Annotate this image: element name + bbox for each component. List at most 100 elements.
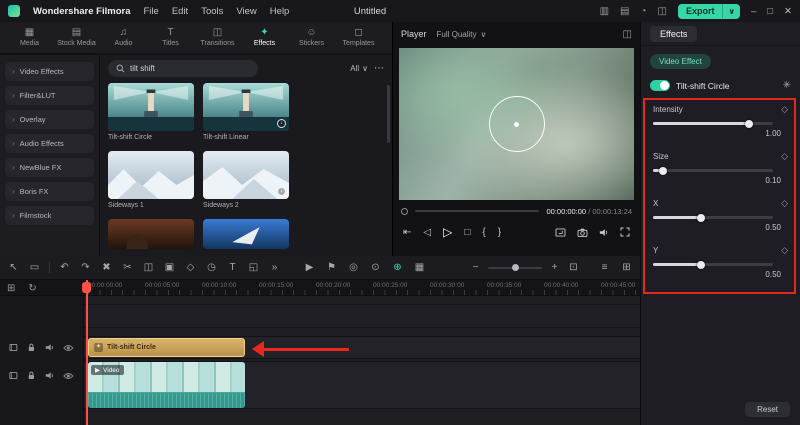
x-slider[interactable] bbox=[653, 213, 773, 222]
mute-track-icon[interactable] bbox=[45, 371, 55, 380]
effect-card-partial-right[interactable] bbox=[203, 219, 289, 249]
sidebar-item-filmstock[interactable]: › Filmstock bbox=[5, 206, 94, 225]
sidebar-item-audio-effects[interactable]: › Audio Effects bbox=[5, 134, 94, 153]
crop-icon[interactable]: ▣ bbox=[163, 262, 176, 274]
mark-in-icon[interactable]: { bbox=[482, 227, 485, 238]
keyframe-icon[interactable]: ◇ bbox=[781, 198, 788, 209]
tab-media[interactable]: ▦ Media bbox=[6, 22, 53, 53]
menu-edit[interactable]: Edit bbox=[172, 6, 188, 17]
snapshot-camera-icon[interactable] bbox=[577, 228, 588, 237]
export-caret-icon[interactable]: ∨ bbox=[722, 4, 740, 18]
export-label[interactable]: Export bbox=[678, 4, 723, 19]
menu-view[interactable]: View bbox=[236, 6, 256, 17]
lock-track-icon[interactable] bbox=[27, 343, 36, 352]
window-close-button[interactable]: ✕ bbox=[784, 6, 792, 17]
tilt-shift-focus-center-handle[interactable] bbox=[514, 121, 519, 127]
track-manager-icon[interactable]: ≡ bbox=[598, 262, 611, 274]
y-slider[interactable] bbox=[653, 260, 773, 269]
mark-out-icon[interactable]: } bbox=[498, 227, 501, 238]
screen-record-icon[interactable]: ▥ bbox=[600, 6, 609, 17]
menu-tools[interactable]: Tools bbox=[201, 6, 223, 17]
keyframe-icon[interactable]: ◇ bbox=[781, 245, 788, 256]
mask-icon[interactable]: ◎ bbox=[347, 262, 360, 274]
previous-frame-icon[interactable]: ◁ bbox=[423, 227, 431, 238]
stop-button[interactable]: □ bbox=[464, 227, 470, 238]
text-tool-icon[interactable]: T bbox=[226, 262, 239, 274]
window-maximize-button[interactable]: □ bbox=[767, 6, 773, 17]
more-tools-icon[interactable]: » bbox=[268, 262, 281, 274]
slider-thumb[interactable] bbox=[658, 166, 667, 175]
lock-track-icon[interactable] bbox=[27, 371, 36, 380]
snapshot-icon[interactable]: ▤ bbox=[620, 6, 629, 17]
render-preview-icon[interactable]: ▶ bbox=[303, 262, 316, 274]
effect-enable-toggle[interactable] bbox=[650, 80, 670, 91]
speed-icon[interactable]: ◷ bbox=[205, 262, 218, 274]
tab-templates[interactable]: ◻ Templates bbox=[335, 22, 382, 53]
effect-card-partial-left[interactable] bbox=[108, 219, 194, 249]
pip-tool-icon[interactable]: ◱ bbox=[247, 262, 260, 274]
sidebar-item-boris-fx[interactable]: › Boris FX bbox=[5, 182, 94, 201]
param-value[interactable]: 0.50 bbox=[653, 223, 781, 232]
hide-track-eye-icon[interactable] bbox=[63, 372, 74, 380]
jump-to-start-icon[interactable]: ⇤ bbox=[403, 227, 411, 238]
param-value[interactable]: 0.10 bbox=[653, 176, 781, 185]
search-box[interactable] bbox=[108, 60, 258, 77]
fit-timeline-icon[interactable]: ⊡ bbox=[567, 262, 580, 274]
trim-tool-icon[interactable]: ▭ bbox=[28, 262, 41, 274]
undo-icon[interactable]: ↶ bbox=[58, 262, 71, 274]
tab-stickers[interactable]: ☺ Stickers bbox=[288, 22, 335, 53]
effect-thumbnail[interactable] bbox=[203, 219, 289, 249]
play-button[interactable]: ▷ bbox=[443, 225, 452, 239]
slider-thumb[interactable] bbox=[697, 260, 705, 269]
slider-thumb[interactable] bbox=[697, 213, 705, 222]
motion-track-icon[interactable]: ⊕ bbox=[391, 262, 404, 274]
more-options-icon[interactable]: ⋯ bbox=[374, 63, 384, 74]
param-value[interactable]: 1.00 bbox=[653, 129, 781, 138]
effect-card-sideways-1[interactable]: Sideways 1 bbox=[108, 151, 194, 209]
zoom-out-icon[interactable]: − bbox=[469, 262, 482, 274]
clip-video[interactable]: ▶ Video bbox=[88, 362, 245, 408]
empty-track-lane[interactable] bbox=[84, 304, 640, 328]
effect-thumbnail[interactable] bbox=[108, 219, 194, 249]
effect-card-sideways-2[interactable]: ↓ Sideways 2 bbox=[203, 151, 289, 209]
menu-help[interactable]: Help bbox=[270, 6, 290, 17]
scrollbar[interactable] bbox=[387, 85, 390, 143]
slider-thumb[interactable] bbox=[745, 119, 753, 128]
sidebar-item-video-effects[interactable]: › Video Effects bbox=[5, 62, 94, 81]
tab-inspector-effects[interactable]: Effects bbox=[650, 25, 698, 42]
param-value[interactable]: 0.50 bbox=[653, 270, 781, 279]
size-slider[interactable] bbox=[653, 166, 773, 175]
zoom-slider[interactable] bbox=[488, 264, 542, 271]
pip-window-icon[interactable] bbox=[555, 227, 566, 237]
window-minimize-button[interactable]: – bbox=[751, 6, 756, 17]
effect-thumbnail[interactable] bbox=[108, 83, 194, 131]
effect-card-tilt-shift-linear[interactable]: ↓ Tilt-shift Linear bbox=[203, 83, 289, 141]
timeline-ruler[interactable]: 00:00:00:00 00:00:05:00 00:00:10:00 00:0… bbox=[0, 280, 640, 296]
notification-icon[interactable]: ◔ bbox=[640, 6, 646, 17]
add-track-icon[interactable]: ⊞ bbox=[7, 283, 15, 294]
timeline-tracks[interactable]: ✦ Tilt-shift Circle ▶ Video bbox=[84, 296, 640, 425]
scissors-icon[interactable]: ✂ bbox=[121, 262, 134, 274]
sidebar-item-newblue-fx[interactable]: › NewBlue FX bbox=[5, 158, 94, 177]
video-preview[interactable] bbox=[399, 48, 634, 200]
quality-dropdown[interactable]: Full Quality ∨ bbox=[437, 30, 487, 39]
detach-player-icon[interactable]: ◫ bbox=[623, 29, 632, 40]
subtab-video-effect[interactable]: Video Effect bbox=[650, 54, 711, 69]
export-button[interactable]: Export ∨ bbox=[677, 3, 740, 19]
tab-effects[interactable]: ✦ Effects bbox=[241, 22, 288, 53]
keyframe-icon[interactable]: ◇ bbox=[781, 151, 788, 162]
effect-settings-icon[interactable]: ✳ bbox=[783, 80, 791, 91]
keyframe-tool-icon[interactable]: ◇ bbox=[184, 262, 197, 274]
timeline-grid-icon[interactable]: ⊞ bbox=[620, 262, 633, 274]
tab-audio[interactable]: ♫ Audio bbox=[100, 22, 147, 53]
effect-thumbnail[interactable]: ↓ bbox=[203, 83, 289, 131]
tab-stock-media[interactable]: ▤ Stock Media bbox=[53, 22, 100, 53]
chroma-key-icon[interactable]: ⊙ bbox=[369, 262, 382, 274]
filter-dropdown[interactable]: All ∨ bbox=[350, 64, 368, 73]
zoom-in-icon[interactable]: + bbox=[548, 262, 561, 274]
tab-titles[interactable]: T Titles bbox=[147, 22, 194, 53]
snapshot-grid-icon[interactable]: ▦ bbox=[413, 262, 426, 274]
mute-track-icon[interactable] bbox=[45, 343, 55, 352]
effect-thumbnail[interactable] bbox=[108, 151, 194, 199]
select-tool-icon[interactable]: ↖ bbox=[7, 262, 20, 274]
